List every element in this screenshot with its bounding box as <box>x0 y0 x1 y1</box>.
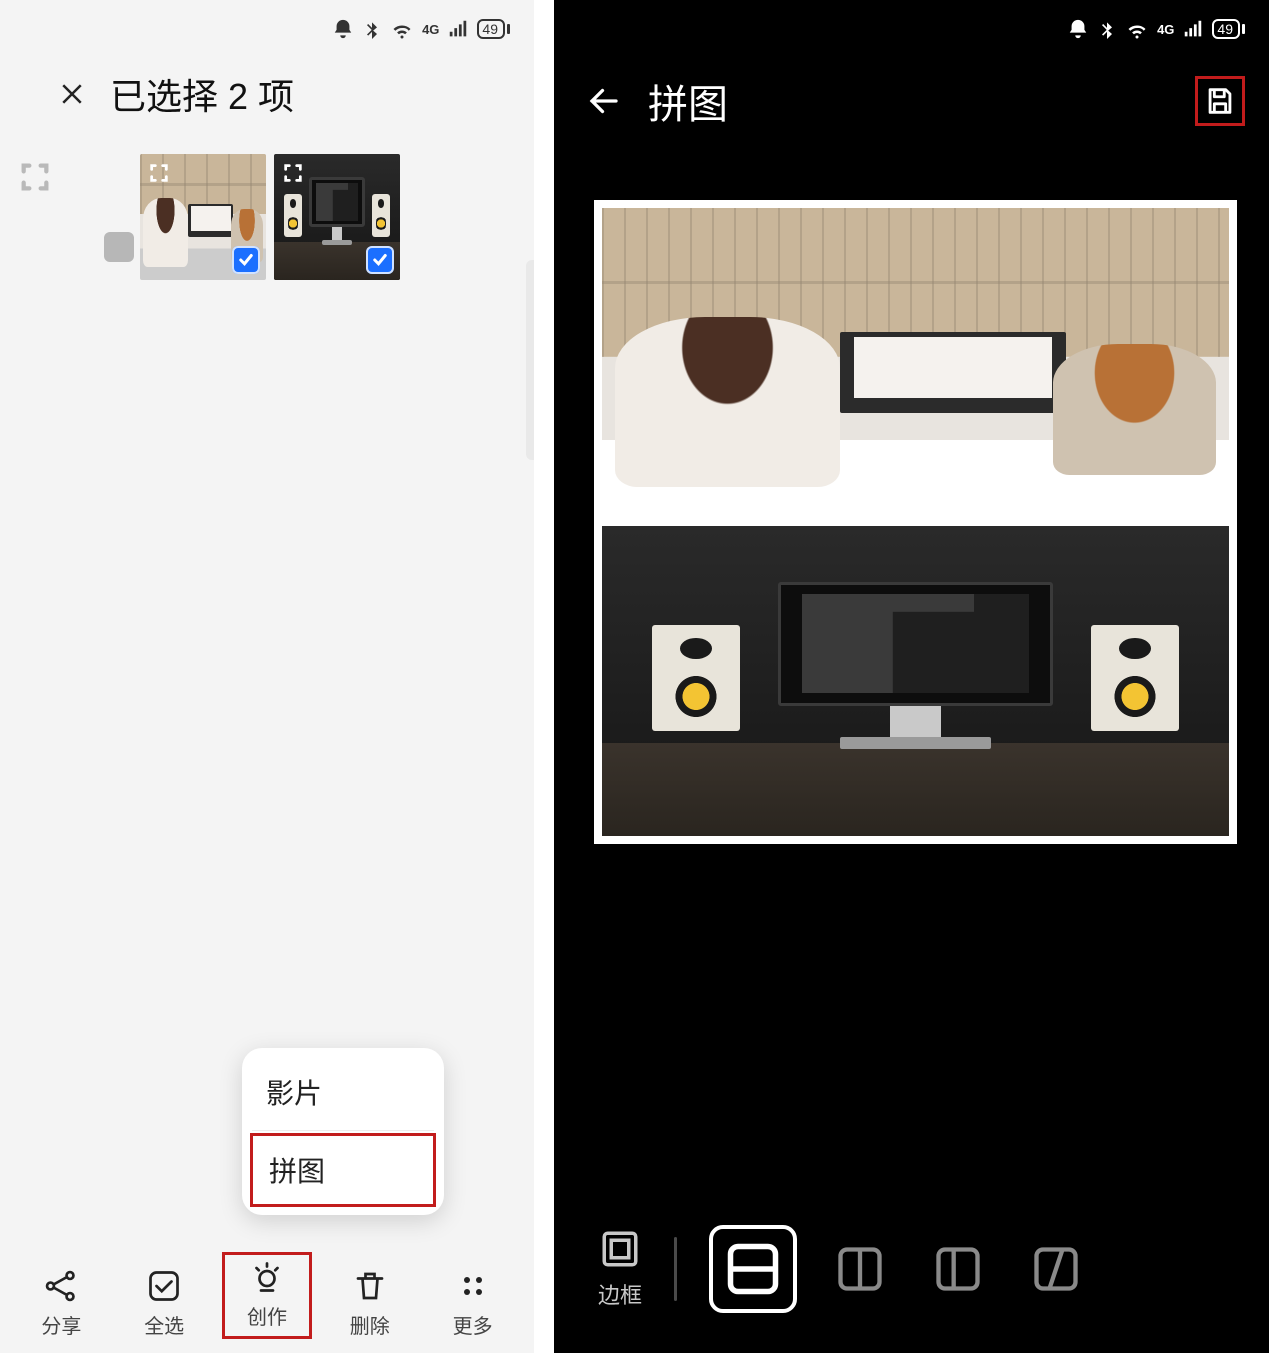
signal-icon <box>1182 18 1204 40</box>
bluetooth-icon <box>362 19 382 39</box>
collage-header: 拼图 <box>554 58 1269 140</box>
divider <box>674 1237 677 1301</box>
scan-icon <box>282 162 304 184</box>
action-bar: 分享 全选 创作 删除 更多 <box>0 1252 534 1339</box>
select-all-label: 全选 <box>144 1310 184 1339</box>
status-bar-left: 4G 49 <box>0 0 534 58</box>
layout-diagonal[interactable] <box>1021 1234 1091 1304</box>
collage-title: 拼图 <box>648 72 1171 130</box>
delete-label: 删除 <box>350 1310 390 1339</box>
share-button[interactable]: 分享 <box>16 1262 106 1339</box>
save-button[interactable] <box>1195 76 1245 126</box>
frame-button[interactable]: 边框 <box>598 1228 642 1310</box>
delete-button[interactable]: 删除 <box>325 1262 415 1339</box>
more-button[interactable]: 更多 <box>428 1262 518 1339</box>
network-label: 4G <box>1157 22 1174 37</box>
frame-label: 边框 <box>598 1278 642 1310</box>
create-label: 创作 <box>247 1301 287 1330</box>
create-button[interactable]: 创作 <box>222 1252 312 1339</box>
more-label: 更多 <box>453 1310 493 1339</box>
side-handle[interactable] <box>526 260 534 460</box>
thumbnail-1[interactable] <box>140 154 266 280</box>
status-bar-right: 4G 49 <box>554 0 1269 58</box>
signal-icon <box>447 18 469 40</box>
checkmark-icon[interactable] <box>232 246 260 274</box>
close-button[interactable] <box>54 76 90 112</box>
divider <box>252 1130 434 1131</box>
wifi-icon <box>1125 17 1149 41</box>
checkmark-icon[interactable] <box>366 246 394 274</box>
select-all-button[interactable]: 全选 <box>119 1262 209 1339</box>
panel-divider <box>534 0 554 1353</box>
collage-cell-2[interactable] <box>602 526 1229 836</box>
layout-vertical-split[interactable] <box>825 1234 895 1304</box>
battery-indicator: 49 <box>1212 19 1245 39</box>
collage-screen: 4G 49 拼图 边框 <box>554 0 1269 1353</box>
scan-icon <box>148 162 170 184</box>
collage-canvas[interactable] <box>594 200 1237 844</box>
scan-icon <box>18 160 52 194</box>
network-label: 4G <box>422 22 439 37</box>
selection-header: 已选择 2 项 <box>0 58 534 154</box>
menu-item-collage[interactable]: 拼图 <box>250 1133 436 1207</box>
layout-horizontal-split[interactable] <box>709 1225 797 1313</box>
layout-vertical-split-left[interactable] <box>923 1234 993 1304</box>
empty-checkbox[interactable] <box>104 232 134 262</box>
back-button[interactable] <box>584 81 624 121</box>
selection-screen: 4G 49 已选择 2 项 <box>0 0 534 1353</box>
battery-indicator: 49 <box>477 19 510 39</box>
alarm-icon <box>332 18 354 40</box>
bluetooth-icon <box>1097 19 1117 39</box>
alarm-icon <box>1067 18 1089 40</box>
collage-cell-1[interactable] <box>602 208 1229 518</box>
wifi-icon <box>390 17 414 41</box>
layout-options: 边框 <box>554 1225 1269 1313</box>
create-menu: 影片 拼图 <box>242 1048 444 1215</box>
thumbnail-2[interactable] <box>274 154 400 280</box>
share-label: 分享 <box>41 1310 81 1339</box>
selection-title: 已选择 2 项 <box>110 68 294 120</box>
menu-item-movie[interactable]: 影片 <box>242 1054 444 1130</box>
thumbnail-row <box>0 154 534 280</box>
